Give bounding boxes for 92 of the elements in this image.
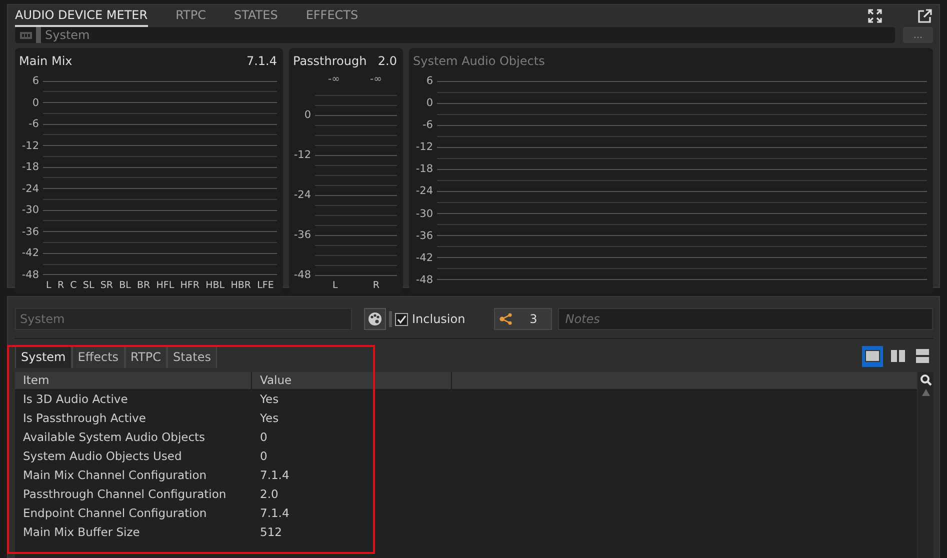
- channel-label: C: [70, 280, 77, 293]
- table-cell-text: Yes: [259, 392, 280, 406]
- scale-label: 6: [31, 75, 40, 87]
- table-cell-text: 2.0: [259, 486, 280, 500]
- scale-label: 0: [425, 97, 434, 110]
- device-field[interactable]: System: [15, 27, 895, 43]
- references-button[interactable]: 3: [494, 308, 552, 330]
- channel-label: SL: [82, 280, 94, 293]
- table-cell-text: Passthrough Channel Configuration: [22, 486, 228, 500]
- table-cell-text: Is Passthrough Active: [22, 410, 147, 424]
- scale-label: -12: [293, 149, 312, 161]
- tab[interactable]: RTPC: [124, 346, 167, 368]
- name-field[interactable]: System: [15, 308, 352, 330]
- inclusion-checkbox[interactable]: [395, 312, 408, 326]
- channel-config: 7.1.4: [246, 54, 277, 68]
- table-cell-text: Main Mix Channel Configuration: [22, 468, 208, 482]
- channel-label: L: [46, 280, 52, 293]
- scale-label: 0: [303, 109, 312, 121]
- scale-label: -6: [28, 118, 40, 130]
- scale-label: 6: [425, 75, 434, 87]
- channel-label: R: [372, 280, 380, 293]
- meter-title: Passthrough: [293, 54, 367, 68]
- inclusion-label: Inclusion: [412, 312, 466, 326]
- fullscreen-icon[interactable]: [867, 8, 883, 24]
- column-header[interactable]: Value: [252, 372, 452, 389]
- split-rows-icon: [916, 349, 929, 363]
- table-cell-text: 0: [259, 430, 268, 444]
- pop-out-icon[interactable]: [917, 8, 933, 24]
- peak-reading: -∞: [370, 74, 382, 87]
- scale-label: -18: [20, 161, 40, 174]
- table-cell-text: 7.1.4: [259, 506, 290, 520]
- notes-field[interactable]: Notes: [558, 308, 933, 330]
- table-cell-text: Yes: [259, 410, 280, 424]
- channel-label: SR: [100, 280, 113, 293]
- channel-label: HBR: [230, 280, 251, 293]
- scale-label: -36: [414, 230, 434, 242]
- scale-label: -30: [414, 208, 434, 220]
- meter-title: System Audio Objects: [413, 54, 545, 68]
- channel-label: L: [332, 280, 338, 293]
- tab[interactable]: RTPC: [176, 5, 206, 27]
- scale-label: -12: [414, 141, 434, 154]
- device-icon: [20, 32, 32, 38]
- scale-label: -30: [20, 204, 40, 216]
- channel-label: BL: [119, 280, 131, 293]
- tab[interactable]: System: [15, 346, 72, 368]
- scroll-up-icon[interactable]: [922, 389, 930, 396]
- scale-label: 0: [31, 96, 40, 109]
- table-cell-text: 7.1.4: [259, 468, 290, 482]
- tab[interactable]: EFFECTS: [306, 5, 358, 27]
- meter-title: Main Mix: [19, 54, 72, 68]
- peak-reading: -∞: [328, 74, 340, 87]
- color-button[interactable]: [364, 308, 386, 330]
- tab[interactable]: States: [166, 346, 217, 368]
- column-header[interactable]: Item: [15, 372, 252, 389]
- channel-label: HFR: [180, 280, 200, 293]
- scale-label: -24: [20, 182, 40, 195]
- search-icon[interactable]: [920, 374, 932, 386]
- scale-label: -36: [20, 226, 40, 238]
- share-icon: [499, 313, 514, 325]
- scale-label: -6: [422, 119, 434, 132]
- single-pane-icon: [865, 350, 880, 362]
- layout-button[interactable]: [862, 346, 883, 366]
- scale-label: -24: [414, 185, 434, 198]
- channel-label: HBL: [206, 280, 225, 293]
- scale-label: -18: [414, 163, 434, 176]
- scale-label: -36: [293, 229, 312, 241]
- table-cell-text: Available System Audio Objects: [22, 430, 206, 444]
- scrollbar[interactable]: [918, 372, 933, 558]
- scale-label: -42: [414, 252, 434, 264]
- tab[interactable]: STATES: [234, 5, 278, 27]
- split-columns-icon: [890, 350, 904, 362]
- scale-label: -48: [293, 269, 312, 281]
- table-cell-text: Is 3D Audio Active: [22, 392, 129, 406]
- channel-label: LFE: [257, 280, 274, 293]
- tab[interactable]: Effects: [72, 346, 125, 368]
- handle-icon: [36, 27, 41, 43]
- scale-label: -12: [20, 140, 40, 152]
- channel-label: BR: [137, 280, 150, 293]
- palette-icon: [368, 312, 382, 326]
- table-cell-text: 0: [259, 448, 268, 462]
- table-cell-text: System Audio Objects Used: [22, 448, 183, 462]
- table-cell-text: Endpoint Channel Configuration: [22, 506, 208, 520]
- scale-label: -48: [414, 274, 434, 286]
- device-name: System: [45, 28, 90, 42]
- channel-config: 2.0: [378, 54, 397, 68]
- table-cell-text: Main Mix Buffer Size: [22, 524, 141, 538]
- table-cell-text: 512: [259, 524, 283, 538]
- channel-label: R: [57, 280, 64, 293]
- scale-label: -42: [20, 247, 40, 260]
- channel-label: HFL: [156, 280, 174, 293]
- scale-label: -24: [293, 189, 312, 201]
- scale-label: -48: [20, 268, 40, 281]
